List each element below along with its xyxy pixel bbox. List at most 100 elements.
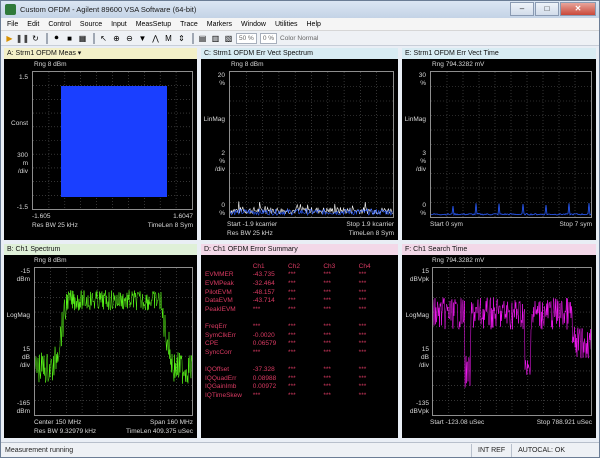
panel-e-xright: Stop 7 sym bbox=[559, 221, 592, 228]
table-row: IQQuadErr 0.08988 *** *** *** bbox=[205, 374, 394, 383]
metric-name: IQTimeSkew bbox=[205, 391, 242, 399]
panel-b-spectrum[interactable]: B: Ch1 Spectrum Rng 8 dBm -15 dBm LogMag… bbox=[4, 244, 197, 438]
panel-c-range: Rng 8 dBm bbox=[231, 61, 264, 68]
metric-value: *** bbox=[323, 331, 331, 339]
metric-value: *** bbox=[358, 305, 367, 313]
menu-meassetup[interactable]: MeasSetup bbox=[136, 21, 171, 28]
pause-icon[interactable]: ❚❚ bbox=[16, 33, 29, 44]
panel-f-search-time[interactable]: F: Ch1 Search Time Rng 794.3282 mV 15 dB… bbox=[402, 244, 596, 438]
panel-f-ybot-unit: dBVpk bbox=[409, 408, 429, 415]
menu-window[interactable]: Window bbox=[241, 21, 266, 28]
menu-control[interactable]: Control bbox=[48, 21, 71, 28]
panel-d-title[interactable]: D: Ch1 OFDM Error Summary bbox=[201, 244, 398, 255]
panel-b-xright: Span 160 MHz bbox=[150, 419, 193, 426]
panel-c-plot-area[interactable] bbox=[229, 71, 394, 218]
layout-icon[interactable]: ▤ bbox=[197, 33, 208, 44]
metric-value: *** bbox=[323, 348, 331, 356]
table-row bbox=[205, 357, 394, 366]
menu-trace[interactable]: Trace bbox=[180, 21, 198, 28]
menu-edit[interactable]: Edit bbox=[27, 21, 39, 28]
metric-name: IQQuadErr bbox=[205, 374, 237, 382]
panel-a-title[interactable]: A: Strm1 OFDM Meas ▾ bbox=[4, 48, 197, 59]
panel-c-xright: Stop 1.9 kcarrier bbox=[346, 221, 394, 228]
err-vect-spectrum-trace bbox=[230, 72, 393, 217]
menu-input[interactable]: Input bbox=[111, 21, 127, 28]
panel-e-err-vect-time[interactable]: E: Strm1 OFDM Err Vect Time Rng 794.3282… bbox=[402, 48, 596, 240]
marker-icon[interactable]: ▼ bbox=[137, 33, 148, 44]
grid-icon[interactable]: ▦ bbox=[77, 33, 88, 44]
table-row: IQTimeSkew *** *** *** *** bbox=[205, 391, 394, 400]
minimize-button[interactable]: – bbox=[510, 2, 534, 16]
metric-value: *** bbox=[288, 279, 296, 287]
metric-value: *** bbox=[288, 305, 296, 313]
autoscale-icon[interactable]: ⇕ bbox=[176, 33, 187, 44]
panel-b-scale-div: /div bbox=[19, 362, 30, 369]
metric-value: *** bbox=[323, 297, 331, 305]
record-icon[interactable]: ⏺ bbox=[51, 33, 62, 44]
panel-e-ytop-unit: % bbox=[420, 80, 426, 87]
panel-f-title[interactable]: F: Ch1 Search Time bbox=[402, 244, 596, 255]
panel-c-ytop-unit: % bbox=[219, 80, 225, 87]
app-window: Custom OFDM - Agilent 89600 VSA Software… bbox=[0, 0, 600, 458]
toolbar-separator bbox=[192, 32, 194, 44]
overlay-icon[interactable]: ▧ bbox=[223, 33, 234, 44]
chevron-down-icon[interactable]: ▾ bbox=[78, 50, 82, 57]
menu-markers[interactable]: Markers bbox=[207, 21, 232, 28]
panel-b-scale-unit: dB bbox=[22, 354, 30, 361]
window-title: Custom OFDM - Agilent 89600 VSA Software… bbox=[20, 5, 197, 14]
metric-value: *** bbox=[288, 348, 296, 356]
zoom-field[interactable]: 50 % bbox=[236, 32, 257, 44]
metric-value: *** bbox=[288, 391, 296, 399]
panel-a-constellation[interactable]: A: Strm1 OFDM Meas ▾ Rng 8 dBm 1.5 Const… bbox=[4, 48, 197, 240]
metric-value: *** bbox=[288, 288, 296, 296]
stop-icon[interactable]: ■ bbox=[64, 33, 75, 44]
toolbar-separator bbox=[93, 32, 95, 44]
metric-value: -37.328 bbox=[252, 365, 275, 373]
panel-f-plot-area[interactable] bbox=[432, 267, 592, 416]
play-icon[interactable]: ▶ bbox=[4, 33, 15, 44]
zoom-in-icon[interactable]: ⊕ bbox=[111, 33, 122, 44]
status-message: Measurement running bbox=[5, 446, 74, 454]
peak-icon[interactable]: ⋀ bbox=[150, 33, 161, 44]
maximize-button[interactable]: □ bbox=[535, 2, 559, 16]
panel-e-title[interactable]: E: Strm1 OFDM Err Vect Time bbox=[402, 48, 596, 59]
toolbar: ▶ ❚❚ ↻ ⏺ ■ ▦ ↖ ⊕ ⊖ ▼ ⋀ M ⇕ ▤ ▥ ▧ 50 % 0 … bbox=[1, 31, 599, 46]
panel-a-plot-area[interactable] bbox=[32, 71, 193, 210]
panel-a-ylabel: Const bbox=[11, 120, 28, 127]
panel-f-scale-div: /div bbox=[418, 362, 429, 369]
panel-c-title[interactable]: C: Strm1 OFDM Err Vect Spectrum bbox=[201, 48, 398, 59]
panel-e-plot-area[interactable] bbox=[430, 71, 592, 218]
table-row: SyncCorr *** *** *** *** bbox=[205, 348, 394, 357]
panel-a-xleft: -1.605 bbox=[32, 213, 51, 220]
trace-icon[interactable]: ▥ bbox=[210, 33, 221, 44]
menu-utilities[interactable]: Utilities bbox=[275, 21, 298, 28]
metric-value: *** bbox=[288, 374, 296, 382]
panel-d-error-summary[interactable]: D: Ch1 OFDM Error Summary Ch1 Ch2 Ch3 Ch4 EV… bbox=[201, 244, 398, 438]
percent-field[interactable]: 0 % bbox=[259, 32, 278, 44]
panel-b-title[interactable]: B: Ch1 Spectrum bbox=[4, 244, 197, 255]
marker-search-icon[interactable]: M bbox=[163, 33, 174, 44]
panel-c-xleft: Start -1.9 kcarrier bbox=[227, 221, 278, 228]
menu-help[interactable]: Help bbox=[307, 21, 321, 28]
panel-b-plot-area[interactable] bbox=[34, 267, 193, 416]
metric-value: *** bbox=[358, 383, 367, 391]
metric-name: SyncCorr bbox=[205, 348, 233, 356]
close-button[interactable]: ✕ bbox=[560, 2, 596, 16]
panel-b-scale: 15 bbox=[22, 346, 30, 353]
color-mode-label[interactable]: Color Normal bbox=[280, 35, 318, 42]
menu-source[interactable]: Source bbox=[80, 21, 102, 28]
metric-name: DataEVM bbox=[205, 297, 233, 305]
panel-b-ytop: -15 bbox=[20, 268, 30, 275]
menu-file[interactable]: File bbox=[7, 21, 18, 28]
metric-name: IQGainImb bbox=[205, 383, 237, 391]
pointer-icon[interactable]: ↖ bbox=[98, 33, 109, 44]
zoom-out-icon[interactable]: ⊖ bbox=[124, 33, 135, 44]
metric-value: *** bbox=[323, 374, 331, 382]
restart-icon[interactable]: ↻ bbox=[30, 33, 41, 44]
panel-e-ybot-unit: % bbox=[420, 210, 426, 217]
table-row: PilotEVM -48.157 *** *** *** bbox=[205, 288, 394, 297]
panel-c-err-vect-spectrum[interactable]: C: Strm1 OFDM Err Vect Spectrum Rng 8 dB… bbox=[201, 48, 398, 240]
panel-b-footer-right: TimeLen 409.375 uSec bbox=[126, 428, 193, 435]
panel-c-footer-left: Res BW 25 kHz bbox=[227, 230, 273, 237]
panel-a-footer-right: TimeLen 8 Sym bbox=[147, 222, 193, 229]
